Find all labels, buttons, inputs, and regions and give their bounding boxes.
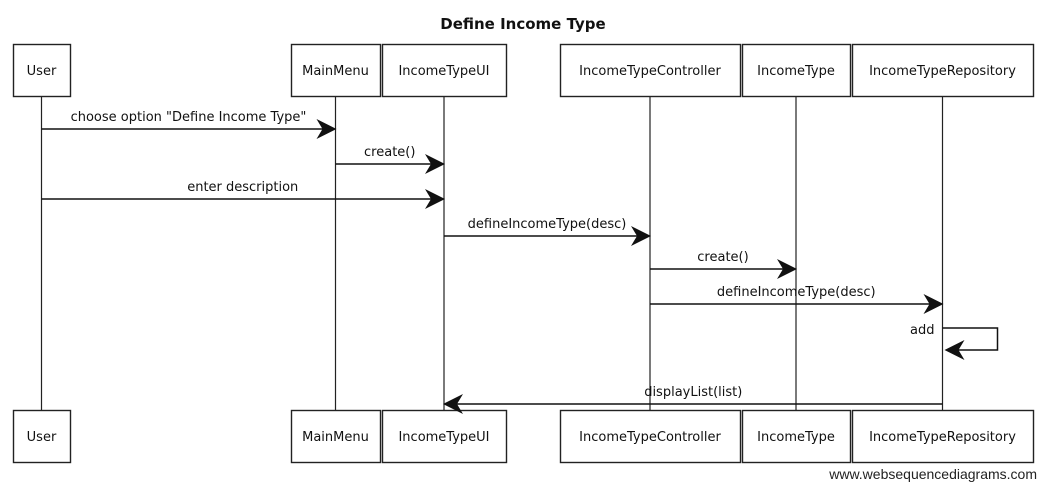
participant-label: User — [27, 64, 57, 79]
message-arrow — [942, 327, 999, 360]
participant-ui-bottom: IncomeTypeUI — [381, 409, 508, 464]
participant-user-top: User — [12, 43, 72, 98]
message-label: add — [910, 323, 934, 338]
participant-label: MainMenu — [302, 64, 369, 79]
participant-repository-bottom: IncomeTypeRepository — [851, 409, 1035, 464]
participant-label: IncomeTypeRepository — [869, 430, 1016, 445]
participant-incometype-bottom: IncomeType — [741, 409, 852, 464]
participant-label: IncomeTypeController — [579, 64, 721, 79]
message-label: create() — [697, 250, 748, 265]
participant-incometype-top: IncomeType — [741, 43, 852, 98]
participant-label: IncomeTypeUI — [398, 430, 489, 445]
participant-boxes-top: User MainMenu IncomeTypeUI IncomeTypeContro… — [12, 43, 1035, 98]
participant-mainmenu-bottom: MainMenu — [290, 409, 382, 464]
participant-label: MainMenu — [302, 430, 369, 445]
message-4: defineIncomeType(desc) — [444, 217, 651, 246]
participant-controller-top: IncomeTypeController — [559, 43, 742, 98]
participant-controller-bottom: IncomeTypeController — [559, 409, 742, 464]
message-label: enter description — [187, 180, 298, 195]
message-3: enter description — [41, 180, 445, 209]
participant-label: User — [27, 430, 57, 445]
participant-ui-top: IncomeTypeUI — [381, 43, 508, 98]
message-label: defineIncomeType(desc) — [717, 285, 876, 300]
participant-label: IncomeTypeUI — [398, 64, 489, 79]
messages: choose option "Define Income Type" create… — [41, 110, 999, 414]
message-8: displayList(list) — [443, 385, 943, 414]
diagram-title: Define Income Type — [440, 15, 605, 33]
message-5: create() — [650, 250, 797, 279]
message-label: defineIncomeType(desc) — [468, 217, 627, 232]
message-label: choose option "Define Income Type" — [71, 110, 307, 125]
message-2: create() — [335, 145, 445, 174]
participant-repository-top: IncomeTypeRepository — [851, 43, 1035, 98]
participant-label: IncomeTypeController — [579, 430, 721, 445]
participant-boxes-bottom: User MainMenu IncomeTypeUI IncomeTypeContro… — [12, 409, 1035, 464]
participant-user-bottom: User — [12, 409, 72, 464]
message-7: add — [910, 323, 999, 360]
participant-label: IncomeType — [757, 64, 835, 79]
participant-label: IncomeType — [757, 430, 835, 445]
message-label: displayList(list) — [644, 385, 742, 400]
watermark: www.websequencediagrams.com — [829, 466, 1037, 482]
message-label: create() — [364, 145, 415, 160]
sequence-diagram: Define Income Type User MainMenu IncomeTyp… — [12, 15, 1035, 464]
lifelines — [40, 96, 944, 410]
participant-mainmenu-top: MainMenu — [290, 43, 382, 98]
participant-label: IncomeTypeRepository — [869, 64, 1016, 79]
message-1: choose option "Define Income Type" — [41, 110, 337, 139]
